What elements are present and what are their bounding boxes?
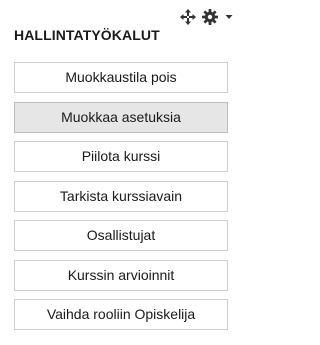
course-grades-button[interactable]: Kurssin arvioinnit [14, 259, 228, 291]
participants-button[interactable]: Osallistujat [14, 220, 228, 251]
list-item: Tarkista kurssiavain [14, 180, 228, 212]
block-header: HALLINTATYÖKALUT [0, 0, 243, 60]
edit-settings-button[interactable]: Muokkaa asetuksia [14, 101, 228, 133]
check-course-key-button[interactable]: Tarkista kurssiavain [14, 180, 228, 212]
switch-role-student-button[interactable]: Vaihda rooliin Opiskelija [14, 299, 228, 330]
list-item: Piilota kurssi [14, 141, 228, 172]
list-item: Muokkaa asetuksia [14, 101, 228, 133]
move-icon[interactable] [179, 8, 197, 26]
list-item: Osallistujat [14, 220, 228, 251]
block-controls [179, 8, 235, 26]
gear-icon[interactable] [201, 8, 219, 26]
admin-button-list: Muokkaustila pois Muokkaa asetuksia Piil… [14, 62, 228, 339]
edit-mode-off-button[interactable]: Muokkaustila pois [14, 62, 228, 93]
list-item: Muokkaustila pois [14, 62, 228, 93]
hide-course-button[interactable]: Piilota kurssi [14, 141, 228, 172]
list-item: Kurssin arvioinnit [14, 259, 228, 291]
list-item: Vaihda rooliin Opiskelija [14, 299, 228, 330]
block-title: HALLINTATYÖKALUT [14, 27, 160, 43]
caret-down-icon[interactable] [223, 8, 235, 26]
